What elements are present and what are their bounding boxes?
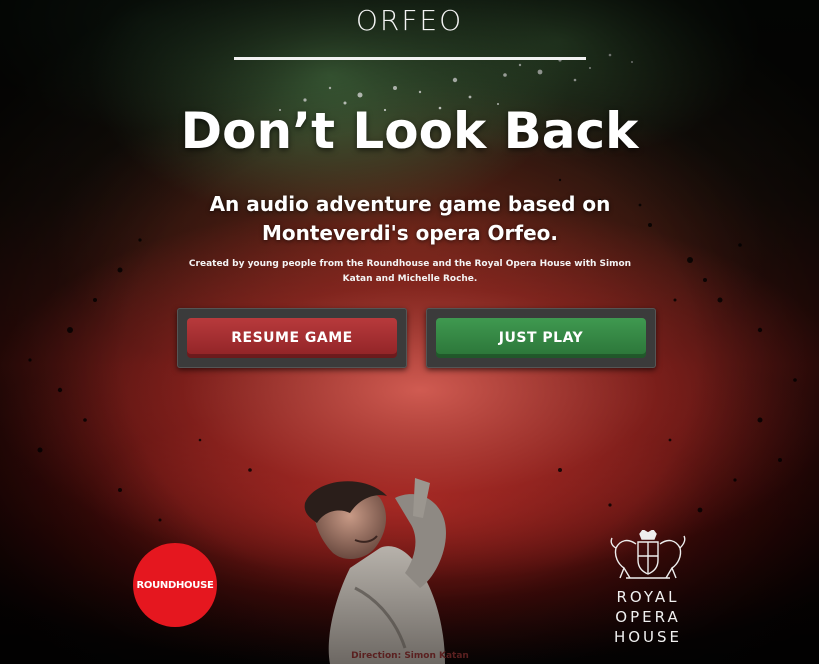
resume-button-frame: RESUME GAME [177,308,407,368]
roundhouse-logo[interactable]: ROUNDHOUSE [133,543,217,627]
roundhouse-logo-text: ROUNDHOUSE [136,579,214,591]
title-divider [234,57,586,60]
roh-logo-line-royal: ROYAL [616,588,680,606]
royal-opera-house-logo[interactable]: ROYAL OPERA HOUSE [598,530,698,655]
game-title-screen: ORFEO Don’t Look Back An audio adventure… [0,0,819,664]
direction-credit: Direction: Simon Katan [351,651,469,661]
game-headline: Don’t Look Back [180,102,639,160]
app-title: ORFEO [355,4,464,37]
roh-logo-line-opera: OPERA [615,608,681,626]
roh-logo-line-house: HOUSE [613,628,683,646]
resume-game-button[interactable]: RESUME GAME [187,318,397,358]
play-button-frame: JUST PLAY [426,308,656,368]
performer-image [304,478,446,664]
just-play-button[interactable]: JUST PLAY [436,318,646,358]
creator-credits: Created by young people from the Roundho… [188,259,632,284]
game-tagline: An audio adventure game based on Monteve… [209,192,611,245]
royal-crest-icon [610,530,686,579]
